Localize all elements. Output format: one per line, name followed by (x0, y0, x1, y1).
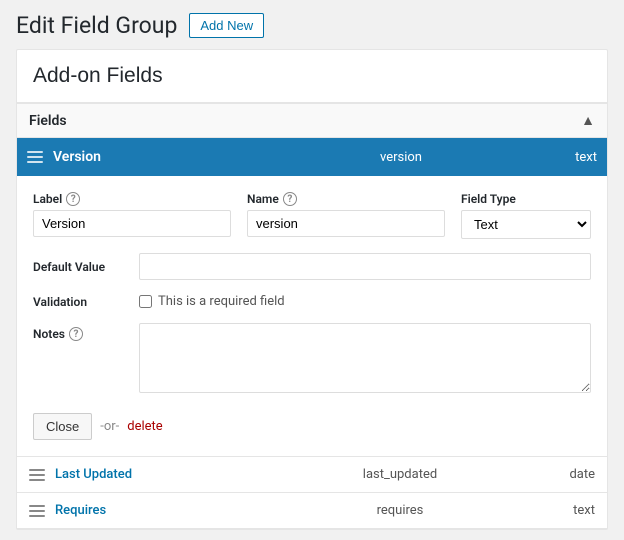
active-field-type: text (517, 150, 597, 165)
default-value-input[interactable] (139, 253, 591, 280)
default-value-row: Default Value (33, 253, 591, 280)
drag-handle-icon[interactable] (27, 151, 43, 163)
field-row-name-requires: Requires (55, 503, 285, 518)
notes-row: Notes ? (33, 323, 591, 393)
name-field-label: Name ? (247, 192, 445, 206)
drag-handle-icon-2[interactable] (29, 469, 45, 481)
name-group: Name ? (247, 192, 445, 237)
close-button[interactable]: Close (33, 413, 92, 440)
name-help-icon[interactable]: ? (283, 192, 297, 206)
fields-section: Fields ▲ Version version text Label ? (17, 103, 607, 529)
notes-label: Notes ? (33, 323, 123, 341)
field-type-group: Field Type Text Number Email URL Passwor… (461, 192, 591, 239)
collapse-arrow[interactable]: ▲ (581, 112, 595, 129)
page-header: Edit Field Group Add New (0, 0, 624, 49)
field-edit-form: Label ? Name ? Field Type Text (17, 176, 607, 457)
field-row-last-updated[interactable]: Last Updated last_updated date (17, 457, 607, 493)
field-row-type-last-updated: date (515, 467, 595, 482)
fields-section-header: Fields ▲ (17, 103, 607, 138)
page-title: Edit Field Group (16, 12, 177, 39)
label-help-icon[interactable]: ? (66, 192, 80, 206)
delete-link[interactable]: delete (127, 419, 162, 434)
field-type-label: Field Type (461, 192, 591, 206)
drag-handle-icon-3[interactable] (29, 505, 45, 517)
label-name-type-row: Label ? Name ? Field Type Text (33, 192, 591, 239)
main-content: Fields ▲ Version version text Label ? (16, 49, 608, 530)
required-field-label[interactable]: This is a required field (158, 294, 285, 309)
required-field-checkbox[interactable] (139, 295, 152, 308)
field-row-name-last-updated: Last Updated (55, 467, 285, 482)
active-field-name: Version (53, 149, 285, 165)
field-row-key-last-updated: last_updated (285, 467, 515, 482)
validation-label: Validation (33, 295, 123, 309)
field-row-requires[interactable]: Requires requires text (17, 493, 607, 529)
validation-checkbox-group: This is a required field (139, 294, 285, 309)
field-row-type-requires: text (515, 503, 595, 518)
add-new-button[interactable]: Add New (189, 13, 264, 38)
group-title-bar (17, 50, 607, 103)
field-type-select[interactable]: Text Number Email URL Password Date Sele… (461, 210, 591, 239)
notes-help-icon[interactable]: ? (69, 327, 83, 341)
active-field-key: version (285, 150, 517, 165)
label-group: Label ? (33, 192, 231, 237)
label-field-label: Label ? (33, 192, 231, 206)
action-row: Close -or- delete (33, 407, 591, 440)
notes-textarea[interactable] (139, 323, 591, 393)
validation-row: Validation This is a required field (33, 294, 591, 309)
active-field-row[interactable]: Version version text (17, 138, 607, 176)
default-value-label: Default Value (33, 260, 123, 274)
or-text: -or- (100, 419, 119, 434)
name-input[interactable] (247, 210, 445, 237)
group-title-input[interactable] (33, 64, 591, 88)
fields-label: Fields (29, 113, 67, 129)
field-row-key-requires: requires (285, 503, 515, 518)
label-input[interactable] (33, 210, 231, 237)
